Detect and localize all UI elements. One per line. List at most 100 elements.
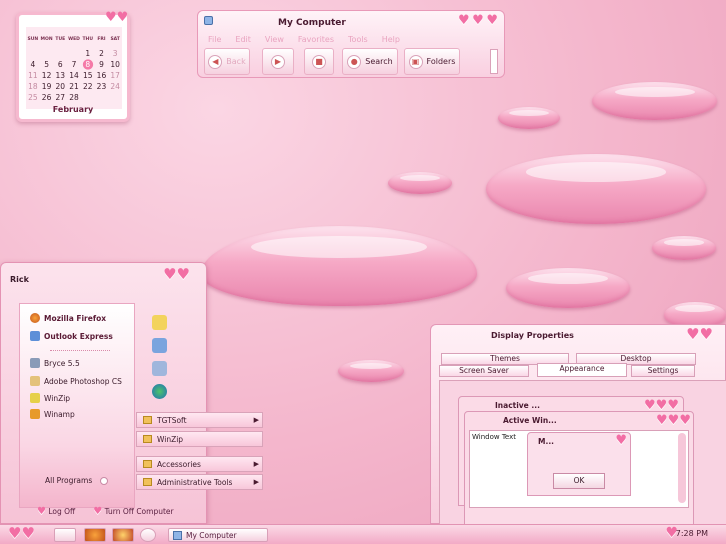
calendar-day[interactable]: 6 bbox=[53, 59, 67, 70]
pinned-item-outlook[interactable]: Outlook Express bbox=[30, 331, 113, 341]
folders-label: Folders bbox=[426, 57, 456, 66]
computer-icon[interactable] bbox=[152, 338, 167, 353]
calendar-day[interactable]: 4 bbox=[26, 59, 40, 70]
back-arrow-icon: ◀ bbox=[208, 54, 223, 69]
menu-favorites[interactable]: Favorites bbox=[298, 35, 334, 44]
calendar-day[interactable]: 5 bbox=[40, 59, 54, 70]
documents-icon[interactable] bbox=[152, 315, 167, 330]
calendar-day[interactable]: 17 bbox=[108, 70, 122, 81]
calendar-day[interactable]: 24 bbox=[108, 81, 122, 92]
heart-decoration bbox=[498, 107, 560, 129]
forward-button[interactable]: ▶ bbox=[262, 48, 294, 75]
calendar-day[interactable] bbox=[53, 48, 67, 59]
folders-button[interactable]: ▣ Folders bbox=[404, 48, 460, 75]
calendar-day[interactable] bbox=[26, 48, 40, 59]
minimize-heart-icon[interactable]: ♥ bbox=[458, 14, 470, 27]
close-heart-icon[interactable]: ♥ bbox=[486, 14, 498, 27]
calendar-grid: SUN MON TUE WED THU FRI SAT 1 2 3 4 5 6 … bbox=[26, 27, 122, 109]
weekday-label: FRI bbox=[97, 37, 106, 42]
all-programs-button[interactable]: All Programs bbox=[45, 476, 108, 485]
ok-button[interactable]: OK bbox=[553, 473, 605, 489]
scrollbar[interactable] bbox=[678, 433, 686, 503]
calendar-day[interactable]: 1 bbox=[81, 48, 95, 59]
submenu-item-admin-tools[interactable]: Administrative Tools ▶ bbox=[136, 474, 263, 490]
calendar-day[interactable]: 19 bbox=[40, 81, 54, 92]
search-button[interactable]: ● Search bbox=[342, 48, 398, 75]
submenu-item-tgtsoft[interactable]: TGTSoft ▶ bbox=[136, 412, 263, 428]
tab-screen-saver[interactable]: Screen Saver bbox=[439, 365, 529, 377]
calendar-day[interactable]: 20 bbox=[53, 81, 67, 92]
quicklaunch-desktop-icon[interactable] bbox=[54, 528, 76, 542]
calendar-day[interactable]: 28 bbox=[67, 92, 81, 103]
window-text-label: Window Text bbox=[472, 433, 516, 441]
calendar-day[interactable]: 10 bbox=[108, 59, 122, 70]
calendar-day[interactable] bbox=[95, 92, 109, 103]
quicklaunch-media-icon[interactable] bbox=[112, 528, 134, 542]
menu-edit[interactable]: Edit bbox=[235, 35, 251, 44]
winzip-icon bbox=[30, 393, 40, 403]
menu-help[interactable]: Help bbox=[382, 35, 400, 44]
maximize-heart-icon[interactable]: ♥ bbox=[472, 14, 484, 27]
calendar-day[interactable]: 2 bbox=[95, 48, 109, 59]
menu-view[interactable]: View bbox=[265, 35, 284, 44]
calendar-day[interactable]: 7 bbox=[67, 59, 81, 70]
tab-appearance[interactable]: Appearance bbox=[537, 363, 627, 377]
heart-decoration bbox=[388, 172, 452, 194]
internet-icon[interactable] bbox=[152, 384, 167, 399]
window-title: My Computer bbox=[278, 18, 346, 28]
calendar-day[interactable]: 12 bbox=[40, 70, 54, 81]
folder-icon bbox=[143, 416, 152, 424]
quicklaunch-heart-icon[interactable] bbox=[140, 528, 156, 542]
menu-bar: File Edit View Favorites Tools Help bbox=[208, 35, 400, 44]
appearance-preview: Inactive ... ♥♥♥ Active Win... ♥♥♥ Windo… bbox=[439, 380, 726, 526]
calendar-day[interactable]: 13 bbox=[53, 70, 67, 81]
calendar-day[interactable] bbox=[81, 92, 95, 103]
tab-settings[interactable]: Settings bbox=[631, 365, 695, 377]
recent-item-winamp[interactable]: Winamp bbox=[30, 409, 75, 419]
toolbar-handle[interactable] bbox=[490, 49, 498, 74]
up-button[interactable]: ■ bbox=[304, 48, 334, 75]
menu-file[interactable]: File bbox=[208, 35, 221, 44]
control-panel-icon[interactable] bbox=[152, 361, 167, 376]
calendar-day[interactable]: 23 bbox=[95, 81, 109, 92]
message-box-title: M... bbox=[538, 437, 555, 446]
submenu-item-winzip[interactable]: WinZip bbox=[136, 431, 263, 447]
submenu-item-accessories[interactable]: Accessories ▶ bbox=[136, 456, 263, 472]
calendar-day[interactable]: 22 bbox=[81, 81, 95, 92]
programs-submenu: TGTSoft ▶ WinZip Accessories ▶ Administr… bbox=[136, 412, 263, 492]
calendar-day[interactable]: 14 bbox=[67, 70, 81, 81]
start-heart-button[interactable]: ♥♥ bbox=[8, 526, 35, 541]
weekday-label: SUN bbox=[27, 37, 39, 42]
search-icon: ● bbox=[347, 54, 362, 69]
calendar-day[interactable] bbox=[108, 92, 122, 103]
calendar-day[interactable]: 9 bbox=[95, 59, 109, 70]
log-off-button[interactable]: ♥ Log Off bbox=[37, 507, 75, 517]
calendar-day[interactable]: 18 bbox=[26, 81, 40, 92]
recent-item-photoshop[interactable]: Adobe Photoshop CS bbox=[30, 376, 122, 386]
weekday-label: WED bbox=[68, 37, 80, 42]
my-computer-window: My Computer ♥ ♥ ♥ File Edit View Favorit… bbox=[197, 10, 505, 78]
calendar-day[interactable]: 11 bbox=[26, 70, 40, 81]
calendar-day[interactable]: 3 bbox=[108, 48, 122, 59]
calendar-day[interactable]: 15 bbox=[81, 70, 95, 81]
menu-tools[interactable]: Tools bbox=[348, 35, 368, 44]
calendar-day[interactable]: 27 bbox=[53, 92, 67, 103]
calendar-day[interactable]: 21 bbox=[67, 81, 81, 92]
recent-item-bryce[interactable]: Bryce 5.5 bbox=[30, 358, 80, 368]
turn-off-button[interactable]: ♥ Turn Off Computer bbox=[93, 507, 173, 517]
pinned-item-firefox[interactable]: Mozilla Firefox bbox=[30, 313, 106, 323]
submenu-label: WinZip bbox=[157, 434, 184, 444]
taskbar-item-my-computer[interactable]: My Computer bbox=[168, 528, 268, 542]
calendar-day[interactable]: 26 bbox=[40, 92, 54, 103]
calendar-day[interactable] bbox=[40, 48, 54, 59]
recent-item-winzip[interactable]: WinZip bbox=[30, 393, 70, 403]
calendar-day[interactable]: 16 bbox=[95, 70, 109, 81]
calendar-day-today[interactable]: 8 bbox=[80, 59, 95, 70]
forward-arrow-icon: ▶ bbox=[271, 54, 285, 69]
chevron-right-icon: ▶ bbox=[253, 416, 259, 424]
back-button[interactable]: ◀ Back bbox=[204, 48, 250, 75]
calendar-day[interactable] bbox=[67, 48, 81, 59]
quicklaunch-firefox-icon[interactable] bbox=[84, 528, 106, 542]
calendar-day[interactable]: 25 bbox=[26, 92, 40, 103]
close-heart-icon[interactable]: ♥♥ bbox=[686, 327, 713, 342]
